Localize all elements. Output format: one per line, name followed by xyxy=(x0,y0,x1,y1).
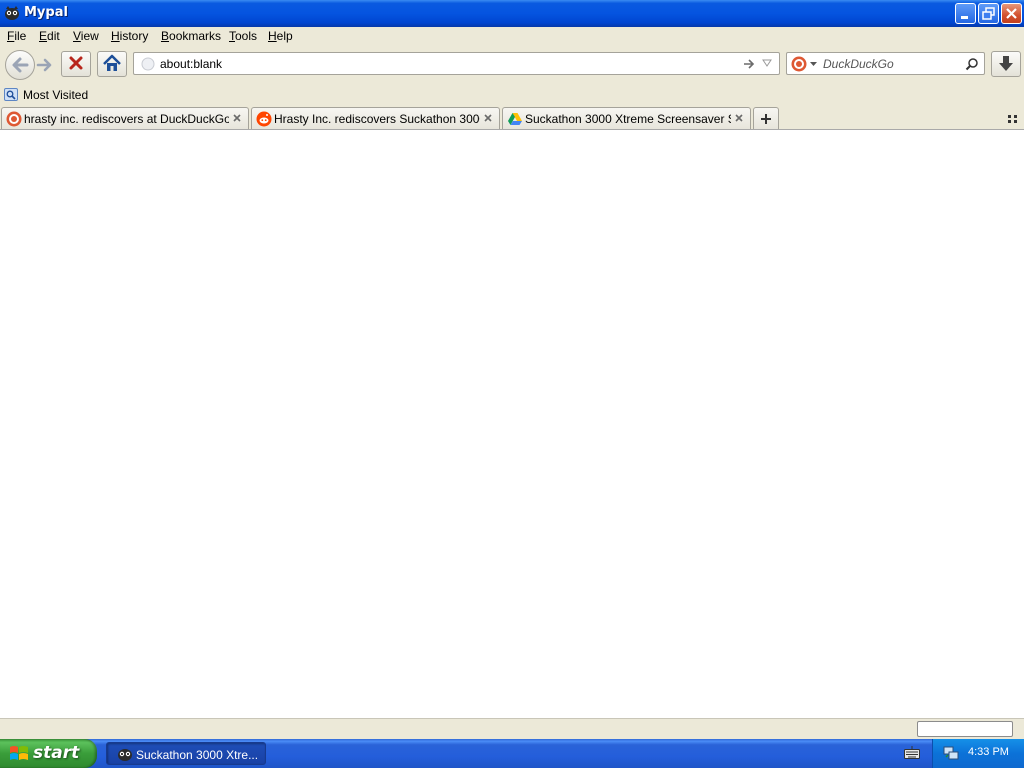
taskbar-item-mypal[interactable]: Suckathon 3000 Xtre... xyxy=(106,742,266,765)
downloads-button[interactable] xyxy=(991,51,1021,77)
close-window-button[interactable] xyxy=(1001,3,1022,24)
tab-duckduckgo[interactable]: hrasty inc. rediscovers at DuckDuckGo xyxy=(1,107,249,129)
stop-button[interactable] xyxy=(61,51,91,77)
tab-label: hrasty inc. rediscovers at DuckDuckGo xyxy=(24,112,229,126)
minimize-button[interactable] xyxy=(955,3,976,24)
title-bar: Mypal xyxy=(0,0,1024,27)
tab-reddit[interactable]: Hrasty Inc. rediscovers Suckathon 3000 .… xyxy=(251,107,500,129)
duckduckgo-engine-icon[interactable] xyxy=(791,56,807,72)
menu-bar: File Edit View History Bookmarks Tools H… xyxy=(0,27,1024,46)
close-icon xyxy=(1006,8,1017,19)
start-button[interactable]: start xyxy=(0,739,97,768)
back-button[interactable] xyxy=(5,50,35,80)
page-content[interactable] xyxy=(0,130,1024,718)
close-tab-icon[interactable] xyxy=(732,111,746,125)
close-tab-icon[interactable] xyxy=(481,111,495,125)
bookmarks-toolbar: Most Visited xyxy=(0,84,1024,106)
window-title: Mypal xyxy=(24,5,68,20)
tab-strip: hrasty inc. rediscovers at DuckDuckGo Hr… xyxy=(0,106,1024,130)
clock[interactable]: 4:33 PM xyxy=(968,746,1009,758)
minimize-icon xyxy=(961,16,968,19)
search-bar[interactable] xyxy=(786,52,985,75)
taskbar: start Suckathon 3000 Xtre... 4:33 PM xyxy=(0,739,1024,768)
menu-history[interactable]: History xyxy=(111,29,148,43)
menu-help[interactable]: Help xyxy=(268,29,293,43)
reddit-icon xyxy=(256,111,272,127)
tab-label: Suckathon 3000 Xtreme Screensaver Set... xyxy=(525,112,731,126)
search-icon[interactable] xyxy=(965,57,979,71)
download-arrow-icon xyxy=(999,56,1013,71)
restore-icon xyxy=(982,7,995,20)
menu-tools[interactable]: Tools xyxy=(229,29,257,43)
duckduckgo-icon xyxy=(6,111,22,127)
google-drive-icon xyxy=(508,113,522,125)
search-input[interactable] xyxy=(823,57,953,71)
back-arrow-icon xyxy=(12,57,29,73)
navigation-toolbar xyxy=(0,46,1024,84)
home-icon xyxy=(103,54,121,71)
new-tab-button[interactable] xyxy=(753,107,779,129)
restore-button[interactable] xyxy=(978,3,999,24)
tab-google-drive[interactable]: Suckathon 3000 Xtreme Screensaver Set... xyxy=(502,107,751,129)
list-all-tabs-icon[interactable] xyxy=(1006,112,1020,126)
status-panel xyxy=(917,721,1013,737)
go-arrow-icon[interactable] xyxy=(742,57,756,71)
mypal-taskbar-icon xyxy=(118,749,132,761)
forward-arrow-icon[interactable] xyxy=(34,55,56,75)
engine-dropdown-icon[interactable] xyxy=(810,62,817,67)
menu-file[interactable]: File xyxy=(7,29,26,43)
network-icon[interactable] xyxy=(943,745,959,761)
taskbar-item-label: Suckathon 3000 Xtre... xyxy=(136,748,259,762)
page-identity-icon xyxy=(141,57,155,71)
mypal-app-icon xyxy=(5,6,19,20)
start-label: start xyxy=(33,743,80,763)
menu-edit[interactable]: Edit xyxy=(39,29,60,43)
most-visited-label: Most Visited xyxy=(23,88,89,102)
home-button[interactable] xyxy=(97,51,127,77)
address-bar[interactable] xyxy=(133,52,780,75)
stop-icon xyxy=(69,56,83,70)
status-bar xyxy=(0,718,1024,739)
menu-view[interactable]: View xyxy=(73,29,99,43)
most-visited-folder-icon xyxy=(4,88,18,101)
keyboard-icon[interactable] xyxy=(904,746,920,760)
system-tray: 4:33 PM xyxy=(932,739,1024,768)
plus-icon xyxy=(761,114,771,124)
tab-label: Hrasty Inc. rediscovers Suckathon 3000 .… xyxy=(274,112,480,126)
url-input[interactable] xyxy=(160,57,720,71)
history-dropdown-icon[interactable] xyxy=(762,59,772,67)
windows-logo-icon xyxy=(10,746,28,760)
close-tab-icon[interactable] xyxy=(230,111,244,125)
menu-bookmarks[interactable]: Bookmarks xyxy=(161,29,221,43)
